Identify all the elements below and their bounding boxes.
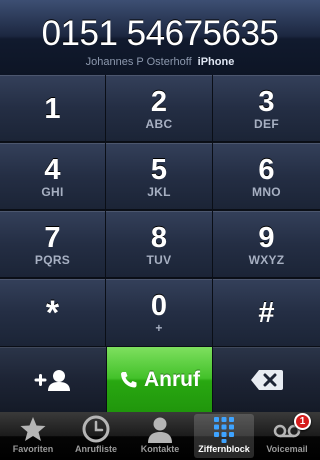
key-digit: 6 <box>258 154 275 186</box>
key-letters: JKL <box>147 185 171 199</box>
key-letters: DEF <box>254 117 279 131</box>
tab-label: Kontakte <box>140 444 180 454</box>
voicemail-badge: 1 <box>294 413 311 430</box>
tab-label: Voicemail <box>266 444 308 454</box>
key-digit: 8 <box>150 222 168 254</box>
key-6[interactable]: 6 MNO <box>213 143 320 210</box>
matched-contact: Johannes P Osterhoff iPhone <box>0 55 320 69</box>
action-row: Anruf <box>0 347 320 412</box>
tab-bar: Favoriten Anrufliste Kontakte Ziffernblo… <box>0 412 320 460</box>
add-contact-icon <box>34 369 70 391</box>
key-digit: 7 <box>44 222 61 254</box>
key-2[interactable]: 2 ABC <box>106 75 213 142</box>
key-4[interactable]: 4 GHI <box>0 143 106 210</box>
tab-anrufliste[interactable]: Anrufliste <box>66 414 126 458</box>
key-digit: 5 <box>150 154 168 186</box>
phone-icon <box>121 371 137 387</box>
key-digit: 0 <box>150 290 168 322</box>
tab-kontakte[interactable]: Kontakte <box>130 414 190 458</box>
key-1[interactable]: 1 <box>0 75 106 142</box>
key-5[interactable]: 5 JKL <box>106 143 213 210</box>
tab-label: Favoriten <box>12 444 54 454</box>
key-letters: PQRS <box>34 253 71 267</box>
star-icon <box>20 417 46 441</box>
backspace-button[interactable] <box>213 347 320 412</box>
key-digit: 2 <box>150 86 168 118</box>
key-digit: 1 <box>44 93 61 125</box>
key-9[interactable]: 9 WXYZ <box>213 211 320 278</box>
key-letters: TUV <box>146 253 172 267</box>
key-star[interactable]: * <box>0 279 106 347</box>
tab-label: Ziffernblock <box>198 444 250 454</box>
dialed-number: 0151 54675635 <box>41 14 279 53</box>
call-label: Anruf <box>144 367 200 391</box>
tab-ziffernblock[interactable]: Ziffernblock <box>194 414 254 458</box>
key-digit: * <box>45 294 60 332</box>
tab-label: Anrufliste <box>74 444 117 454</box>
keypad-icon <box>214 417 234 443</box>
keypad: 1 2 ABC 3 DEF 4 GHI 5 JKL 6 MNO 7 PQRS 8… <box>0 75 320 347</box>
key-0[interactable]: 0 + <box>106 279 213 347</box>
key-letters: GHI <box>41 185 64 199</box>
person-icon <box>148 417 172 443</box>
key-letters: WXYZ <box>248 253 285 267</box>
key-letters: MNO <box>252 185 281 199</box>
backspace-icon <box>250 369 283 390</box>
number-label: iPhone <box>197 56 235 68</box>
key-letters: ABC <box>145 117 173 131</box>
add-contact-button[interactable] <box>0 347 106 412</box>
tab-voicemail[interactable]: Voicemail 1 <box>257 413 317 458</box>
key-digit: # <box>258 297 275 329</box>
contact-name: Johannes P Osterhoff <box>85 56 192 68</box>
tab-favoriten[interactable]: Favoriten <box>3 414 63 458</box>
key-7[interactable]: 7 PQRS <box>0 211 106 278</box>
key-digit: 3 <box>258 86 275 118</box>
clock-icon <box>82 415 110 443</box>
key-3[interactable]: 3 DEF <box>213 75 320 142</box>
key-letters: + <box>155 321 163 335</box>
key-hash[interactable]: # <box>213 279 320 347</box>
call-button[interactable]: Anruf <box>106 347 213 412</box>
number-display: 0151 54675635 Johannes P Osterhoff iPhone <box>0 0 320 76</box>
key-digit: 4 <box>44 154 61 186</box>
key-digit: 9 <box>258 222 275 254</box>
key-8[interactable]: 8 TUV <box>106 211 213 278</box>
